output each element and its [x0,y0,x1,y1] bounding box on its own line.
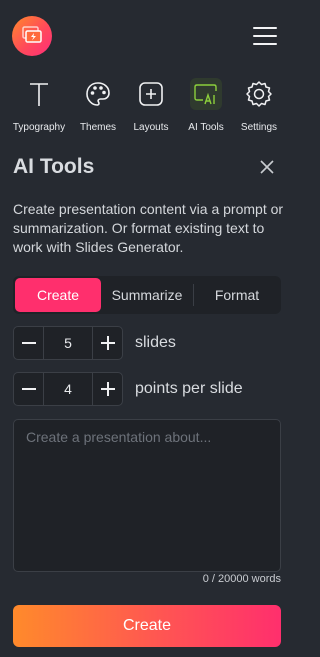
tab-create[interactable]: Create [15,278,101,312]
points-decrement-button[interactable] [14,373,44,405]
tool-label: Layouts [133,122,169,133]
slides-label: slides [135,334,176,351]
points-increment-button[interactable] [92,373,122,405]
tab-divider [193,284,194,306]
tool-settings[interactable]: Settings [234,74,284,136]
points-label: points per slide [135,380,243,397]
slides-logo-icon[interactable] [12,16,52,56]
tool-typography[interactable]: Typography [6,74,72,136]
palette-icon [82,78,114,110]
tab-summarize[interactable]: Summarize [103,278,191,312]
tab-format[interactable]: Format [195,278,279,312]
tool-themes[interactable]: Themes [72,74,124,136]
tool-layouts[interactable]: Layouts [124,74,178,136]
tool-label: Settings [240,122,278,133]
add-square-icon [135,78,167,110]
prompt-input[interactable] [13,419,281,572]
text-t-icon [23,78,55,110]
slides-increment-button[interactable] [92,327,122,359]
word-count: 0 / 20000 words [202,573,281,585]
create-button[interactable]: Create [13,605,281,647]
gear-icon [243,78,275,110]
points-stepper: 4 [13,372,123,406]
tool-label: AI Tools [188,122,224,133]
top-bar [0,0,294,72]
ai-icon [190,78,222,110]
tool-ai-tools[interactable]: AI Tools [178,74,234,136]
slides-stepper: 5 [13,326,123,360]
panel-title: AI Tools [13,155,95,178]
hamburger-menu-icon[interactable] [249,22,281,50]
slides-decrement-button[interactable] [14,327,44,359]
tool-navigation: Typography Themes Layouts AI Tools Setti… [0,74,294,136]
close-icon[interactable] [256,156,278,178]
mode-tabs: Create Summarize Format [13,276,281,314]
tool-label: Typography [12,122,66,133]
slides-count-value[interactable]: 5 [44,327,92,359]
panel-description: Create presentation content via a prompt… [13,201,284,255]
tool-label: Themes [79,122,117,133]
points-count-value[interactable]: 4 [44,373,92,405]
